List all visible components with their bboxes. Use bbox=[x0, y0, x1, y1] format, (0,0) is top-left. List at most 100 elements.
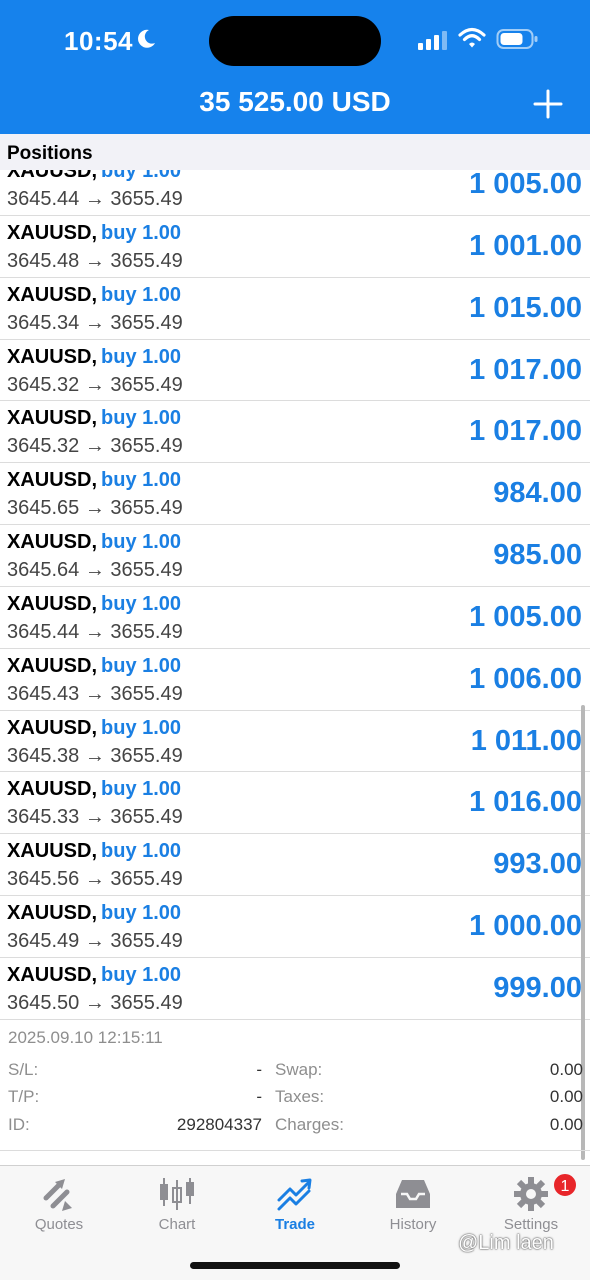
position-profit: 1 005.00 bbox=[469, 600, 582, 633]
position-side: buy 1.00 bbox=[101, 531, 182, 554]
symbol-text: XAUUSD, bbox=[7, 840, 98, 863]
position-side: buy 1.00 bbox=[101, 469, 182, 492]
symbol-text: XAUUSD, bbox=[7, 170, 98, 182]
position-side: buy 1.00 bbox=[101, 407, 182, 430]
position-side: buy 1.00 bbox=[101, 963, 182, 986]
home-indicator[interactable] bbox=[190, 1262, 400, 1269]
wifi-icon bbox=[458, 27, 486, 48]
position-symbol: XAUUSD, buy 1.00 bbox=[7, 222, 181, 245]
position-prices: 3645.38 → 3655.49 bbox=[7, 744, 183, 767]
position-symbol: XAUUSD, buy 1.00 bbox=[7, 778, 181, 801]
position-profit: 984.00 bbox=[493, 477, 582, 510]
position-side: buy 1.00 bbox=[101, 654, 182, 677]
position-prices: 3645.49 → 3655.49 bbox=[7, 930, 183, 953]
symbol-text: XAUUSD, bbox=[7, 902, 98, 925]
signal-icon bbox=[418, 31, 447, 50]
position-symbol: XAUUSD, buy 1.00 bbox=[7, 717, 181, 740]
position-side: buy 1.00 bbox=[101, 592, 182, 615]
position-prices: 3645.32 → 3655.49 bbox=[7, 435, 183, 458]
position-symbol: XAUUSD, buy 1.00 bbox=[7, 170, 181, 183]
symbol-text: XAUUSD, bbox=[7, 407, 98, 430]
position-prices: 3645.65 → 3655.49 bbox=[7, 497, 183, 520]
position-row[interactable]: XAUUSD, buy 1.00 3645.44 → 3655.49 1 005.00 bbox=[0, 170, 590, 216]
symbol-text: XAUUSD, bbox=[7, 345, 98, 368]
symbol-text: XAUUSD, bbox=[7, 778, 98, 801]
symbol-text: XAUUSD, bbox=[7, 654, 98, 677]
position-profit: 1 011.00 bbox=[470, 724, 582, 757]
position-profit: 1 005.00 bbox=[469, 170, 582, 200]
tab-history[interactable]: History bbox=[354, 1166, 472, 1246]
position-symbol: XAUUSD, buy 1.00 bbox=[7, 407, 181, 430]
position-profit: 985.00 bbox=[493, 539, 582, 572]
details-divider bbox=[0, 1150, 590, 1151]
position-symbol: XAUUSD, buy 1.00 bbox=[7, 346, 181, 369]
position-row[interactable]: XAUUSD, buy 1.00 3645.33 → 3655.49 1 016.00 bbox=[0, 772, 590, 835]
position-symbol: XAUUSD, buy 1.00 bbox=[7, 655, 181, 678]
app-header: 10:54 35 525.00 USD bbox=[0, 0, 590, 134]
tab-quotes[interactable]: Quotes bbox=[0, 1166, 118, 1246]
position-profit: 1 001.00 bbox=[469, 229, 582, 262]
tab-quotes-label: Quotes bbox=[34, 1216, 84, 1233]
position-symbol: XAUUSD, buy 1.00 bbox=[7, 531, 181, 554]
swap-label: Swap: bbox=[275, 1060, 323, 1079]
position-row[interactable]: XAUUSD, buy 1.00 3645.44 → 3655.49 1 005.00 bbox=[0, 587, 590, 649]
tab-chart[interactable]: Chart bbox=[118, 1166, 236, 1246]
position-symbol: XAUUSD, buy 1.00 bbox=[7, 902, 181, 925]
position-side: buy 1.00 bbox=[101, 902, 182, 925]
taxes-value: 0.00 bbox=[549, 1087, 583, 1106]
charges-value: 0.00 bbox=[549, 1115, 583, 1134]
taxes-label: Taxes: bbox=[275, 1087, 325, 1106]
position-side: buy 1.00 bbox=[101, 840, 182, 863]
moon-icon bbox=[138, 29, 155, 48]
chart-icon bbox=[160, 1178, 194, 1210]
positions-list[interactable]: XAUUSD, buy 1.00 3645.44 → 3655.49 1 005.00… bbox=[0, 170, 590, 1020]
open-time: 2025.09.10 12:15:11 bbox=[8, 1028, 163, 1047]
tab-trade-label: Trade bbox=[274, 1216, 316, 1233]
position-row[interactable]: XAUUSD, buy 1.00 3645.48 → 3655.49 1 001.00 bbox=[0, 216, 590, 278]
id-value: 292804337 bbox=[176, 1115, 262, 1134]
settings-icon bbox=[514, 1177, 548, 1211]
position-symbol: XAUUSD, buy 1.00 bbox=[7, 469, 181, 492]
settings-badge: 1 bbox=[552, 1172, 578, 1198]
tab-trade[interactable]: Trade bbox=[236, 1166, 354, 1246]
symbol-text: XAUUSD, bbox=[7, 531, 98, 554]
trade-icon bbox=[277, 1178, 312, 1211]
tab-history-label: History bbox=[389, 1216, 437, 1233]
position-row[interactable]: XAUUSD, buy 1.00 3645.65 → 3655.49 984.00 bbox=[0, 463, 590, 526]
position-row[interactable]: XAUUSD, buy 1.00 3645.43 → 3655.49 1 006.00 bbox=[0, 649, 590, 711]
position-symbol: XAUUSD, buy 1.00 bbox=[7, 964, 181, 987]
history-icon bbox=[396, 1180, 430, 1208]
positions-list-inner: XAUUSD, buy 1.00 3645.44 → 3655.49 1 005.00… bbox=[0, 170, 590, 1020]
positions-title: Positions bbox=[7, 143, 93, 164]
position-row[interactable]: XAUUSD, buy 1.00 3645.49 → 3655.49 1 000.00 bbox=[0, 896, 590, 958]
add-icon[interactable] bbox=[532, 88, 564, 120]
symbol-text: XAUUSD, bbox=[7, 963, 98, 986]
swap-value: 0.00 bbox=[549, 1060, 583, 1079]
position-profit: 999.00 bbox=[493, 971, 582, 1004]
position-prices: 3645.44 → 3655.49 bbox=[7, 188, 183, 210]
position-side: buy 1.00 bbox=[101, 716, 182, 739]
tp-value: - bbox=[256, 1087, 262, 1106]
positions-header: Positions bbox=[0, 134, 590, 170]
position-side: buy 1.00 bbox=[101, 221, 182, 244]
position-row[interactable]: XAUUSD, buy 1.00 3645.34 → 3655.49 1 015.00 bbox=[0, 278, 590, 340]
position-row[interactable]: XAUUSD, buy 1.00 3645.56 → 3655.49 993.00 bbox=[0, 834, 590, 897]
position-profit: 1 016.00 bbox=[469, 786, 582, 819]
position-row[interactable]: XAUUSD, buy 1.00 3645.50 → 3655.49 999.00 bbox=[0, 958, 590, 1020]
position-row[interactable]: XAUUSD, buy 1.00 3645.32 → 3655.49 1 017.00 bbox=[0, 340, 590, 402]
position-prices: 3645.44 → 3655.49 bbox=[7, 620, 183, 643]
position-row[interactable]: XAUUSD, buy 1.00 3645.38 → 3655.49 1 011.00 bbox=[0, 711, 590, 773]
watermark: @Lim laen bbox=[458, 1232, 554, 1254]
position-side: buy 1.00 bbox=[101, 170, 182, 182]
position-row[interactable]: XAUUSD, buy 1.00 3645.32 → 3655.49 1 017.00 bbox=[0, 401, 590, 464]
account-balance: 35 525.00 USD bbox=[199, 86, 391, 117]
position-prices: 3645.50 → 3655.49 bbox=[7, 991, 183, 1014]
status-time: 10:54 bbox=[64, 26, 133, 56]
position-row[interactable]: XAUUSD, buy 1.00 3645.64 → 3655.49 985.00 bbox=[0, 525, 590, 587]
position-prices: 3645.33 → 3655.49 bbox=[7, 806, 183, 829]
sl-value: - bbox=[256, 1060, 262, 1079]
position-side: buy 1.00 bbox=[101, 345, 182, 368]
sl-label: S/L: bbox=[8, 1060, 39, 1079]
id-label: ID: bbox=[8, 1115, 30, 1134]
symbol-text: XAUUSD, bbox=[7, 592, 98, 615]
